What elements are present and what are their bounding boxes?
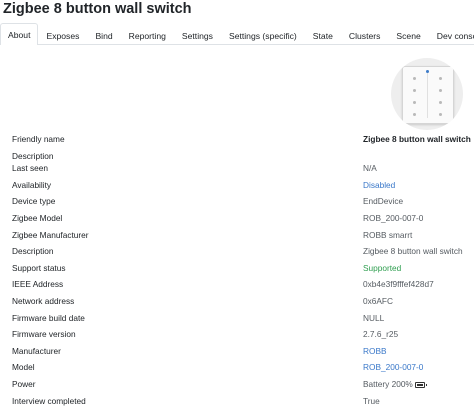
model-description-value: Zigbee 8 button wall switch	[363, 246, 463, 257]
last-seen-value: N/A	[363, 163, 377, 174]
info-row-zigbee-model: Zigbee Model ROB_200-007-0	[0, 210, 474, 227]
page-title: Zigbee 8 button wall switch	[3, 1, 192, 17]
power-value: Battery 200%	[363, 379, 413, 389]
tab-reporting[interactable]: Reporting	[121, 25, 174, 45]
row-label: Firmware build date	[12, 312, 85, 323]
zigbee-manufacturer-value: ROBB smarrt	[363, 229, 413, 240]
row-label: Availability	[12, 179, 52, 190]
manufacturer-link[interactable]: ROBB	[363, 343, 387, 360]
row-label: Support status	[12, 262, 66, 273]
friendly-name-value: Zigbee 8 button wall switch	[363, 134, 471, 144]
availability-link[interactable]: Disabled	[363, 177, 395, 194]
battery-icon	[414, 381, 427, 388]
info-row-last-seen: Last seen N/A	[0, 160, 474, 177]
tab-bind[interactable]: Bind	[87, 25, 120, 45]
wall-switch-picture	[402, 66, 454, 124]
tab-scene[interactable]: Scene	[388, 25, 428, 45]
row-label: Zigbee Model	[12, 213, 63, 223]
row-label: Network address	[12, 296, 75, 306]
device-image	[391, 58, 463, 130]
row-label: Zigbee Manufacturer	[12, 229, 89, 240]
info-row-interview-completed: Interview completed True	[0, 393, 474, 410]
tab-bar: About Exposes Bind Reporting Settings Se…	[0, 22, 474, 45]
model-link[interactable]: ROB_200-007-0	[363, 359, 423, 376]
tab-settings-specific[interactable]: Settings (specific)	[221, 25, 305, 45]
info-row-device-type: Device type EndDevice	[0, 193, 474, 210]
tab-clusters[interactable]: Clusters	[341, 25, 389, 45]
info-row-support-status: Support status Supported	[0, 260, 474, 277]
tab-state[interactable]: State	[305, 25, 341, 45]
info-row-availability: Availability Disabled	[0, 177, 474, 194]
tab-about[interactable]: About	[0, 23, 39, 45]
row-label: Firmware version	[12, 329, 76, 340]
firmware-version-value: 2.7.6_r25	[363, 329, 399, 340]
info-row-network-address: Network address 0x6AFC	[0, 293, 474, 310]
row-label: Model	[12, 362, 35, 373]
network-address-value: 0x6AFC	[363, 296, 393, 306]
zigbee-model-value: ROB_200-007-0	[363, 213, 424, 223]
row-label: IEEE Address	[12, 279, 64, 290]
info-row-model-description: Description Zigbee 8 button wall switch	[0, 243, 474, 260]
row-label: Device type	[12, 196, 56, 207]
firmware-build-date-value: NULL	[363, 312, 385, 323]
support-status-value: Supported	[363, 262, 402, 273]
row-label: Manufacturer	[12, 345, 61, 356]
row-label: Power	[12, 379, 36, 389]
info-row-ieee-address: IEEE Address 0xb4e3f9fffef428d7	[0, 276, 474, 293]
row-label: Last seen	[12, 163, 48, 174]
tab-dev-console[interactable]: Dev console	[429, 25, 474, 45]
info-row-model: Model ROB_200-007-0	[0, 359, 474, 376]
tab-exposes[interactable]: Exposes	[38, 25, 87, 45]
info-row-zigbee-manufacturer: Zigbee Manufacturer ROBB smarrt	[0, 227, 474, 244]
interview-completed-value: True	[363, 395, 380, 406]
row-label: Interview completed	[12, 395, 86, 406]
device-type-value: EndDevice	[363, 196, 404, 207]
tab-settings[interactable]: Settings	[174, 25, 221, 45]
info-row-firmware-version: Firmware version 2.7.6_r25	[0, 326, 474, 343]
ieee-address-value: 0xb4e3f9fffef428d7	[363, 279, 434, 290]
info-row-power: Power Battery 200%	[0, 376, 474, 393]
row-label: Friendly name	[12, 134, 65, 144]
power-value-wrap: Battery 200%	[363, 376, 427, 393]
info-row-manufacturer: Manufacturer ROBB	[0, 343, 474, 360]
info-row-firmware-build-date: Firmware build date NULL	[0, 310, 474, 327]
info-row-friendly-name: Friendly name Zigbee 8 button wall switc…	[0, 131, 474, 148]
row-label: Description	[12, 246, 54, 257]
